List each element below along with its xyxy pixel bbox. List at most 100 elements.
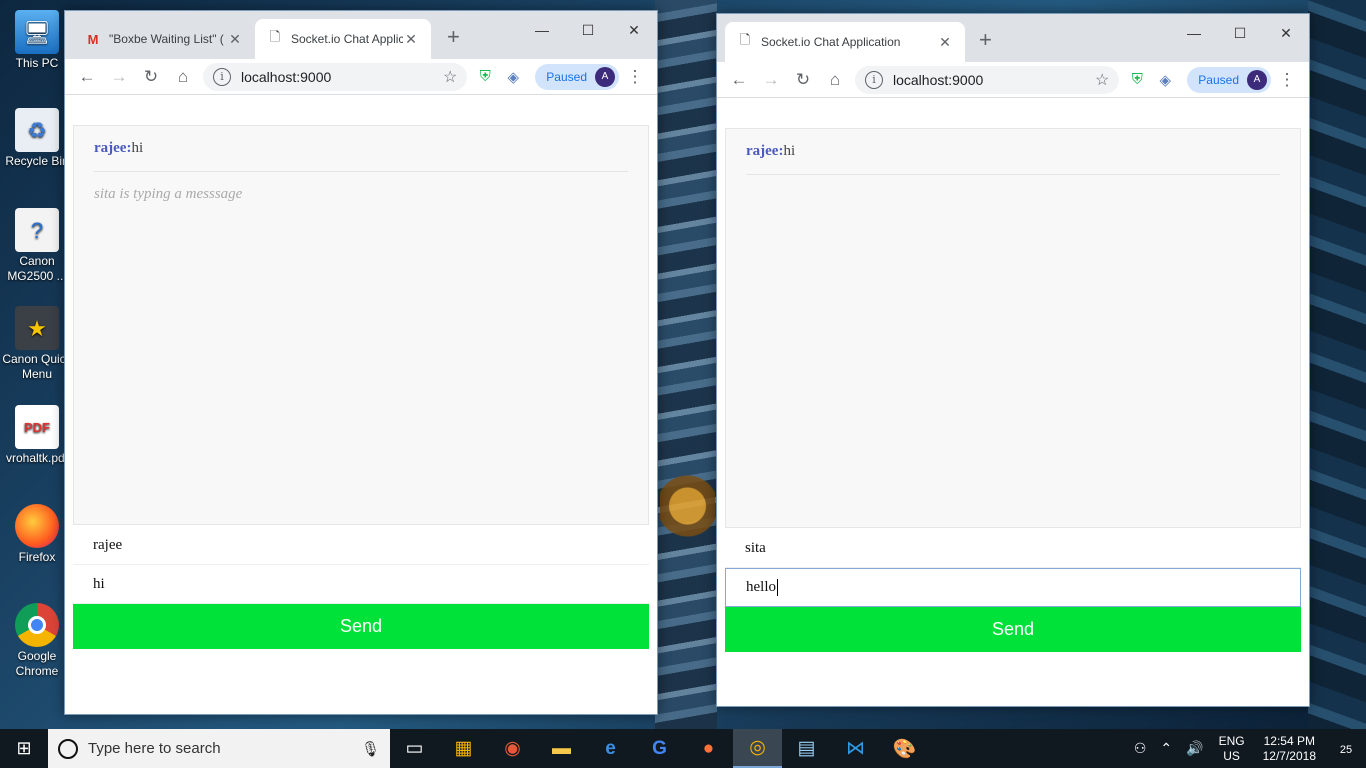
new-tab-button[interactable]: + xyxy=(447,26,460,48)
tab-socketio-chat[interactable]: 🗋 Socket.io Chat Applica ✕ xyxy=(255,19,431,59)
reload-icon[interactable]: ↻ xyxy=(135,63,167,91)
notepad-icon[interactable]: ▤ xyxy=(782,729,831,768)
back-icon[interactable]: ← xyxy=(71,63,103,91)
send-button[interactable]: Send xyxy=(725,607,1301,652)
paint-icon[interactable]: 🎨 xyxy=(880,729,929,768)
message-field[interactable]: hi xyxy=(73,565,649,604)
bookmark-star-icon[interactable]: ☆ xyxy=(443,67,457,87)
message-text: hi xyxy=(131,140,144,156)
cortana-icon xyxy=(58,738,78,759)
paused-label: Paused xyxy=(1198,72,1239,87)
minimize-icon[interactable]: — xyxy=(1171,18,1217,48)
desktop-icon-firefox[interactable]: Firefox xyxy=(0,504,74,565)
file-explorer-icon[interactable]: ▬ xyxy=(537,729,586,768)
desktop-icon-recycle-bin[interactable]: ♻ Recycle Bin xyxy=(0,108,74,169)
maximize-icon[interactable]: ☐ xyxy=(1217,18,1263,48)
computer-icon: 🖥 xyxy=(15,10,59,54)
username-field[interactable]: sita xyxy=(725,529,1301,568)
page-icon: 🗋 xyxy=(739,32,751,47)
message-value: hello xyxy=(746,579,776,595)
profile-paused-button[interactable]: Paused A xyxy=(1187,66,1271,93)
close-icon[interactable]: ✕ xyxy=(1263,18,1309,48)
shield-extension-icon[interactable]: ⛨ xyxy=(1123,71,1151,88)
tab-socketio-chat[interactable]: 🗋 Socket.io Chat Application ✕ xyxy=(725,22,965,62)
chrome-icon[interactable]: ◎ xyxy=(733,729,782,768)
volume-icon[interactable]: 🔊 xyxy=(1179,740,1210,757)
tab-boxbe-waiting-list[interactable]: M "Boxbe Waiting List" ( ✕ xyxy=(73,19,255,59)
printer-help-icon: ? xyxy=(15,208,59,252)
chrome-icon xyxy=(15,603,59,647)
desktop-icon-label: This PC xyxy=(15,56,59,70)
desktop-icon-pdf[interactable]: PDF vrohaltk.pdf xyxy=(0,405,74,466)
people-icon[interactable]: ⚇ xyxy=(1127,740,1154,757)
desktop-icon-chrome[interactable]: Google Chrome xyxy=(0,603,74,679)
chat-message: rajee:hi xyxy=(94,126,628,172)
back-icon[interactable]: ← xyxy=(723,66,755,94)
extension-icon[interactable]: ◈ xyxy=(1151,71,1179,89)
close-tab-icon[interactable]: ✕ xyxy=(227,31,243,48)
window-controls: — ☐ ✕ xyxy=(1171,18,1309,48)
menu-icon[interactable]: ⋮ xyxy=(619,63,651,91)
notification-count: 25 xyxy=(1339,743,1353,756)
firefox-icon[interactable]: ● xyxy=(684,729,733,768)
clock[interactable]: 12:54 PM 12/7/2018 xyxy=(1253,734,1326,764)
close-tab-icon[interactable]: ✕ xyxy=(403,31,419,48)
desktop-icon-canon-mg2500[interactable]: ? Canon MG2500 ... xyxy=(0,208,74,284)
reload-icon[interactable]: ↻ xyxy=(787,66,819,94)
new-tab-button[interactable]: + xyxy=(979,29,992,51)
profile-paused-button[interactable]: Paused A xyxy=(535,63,619,90)
maximize-icon[interactable]: ☐ xyxy=(565,15,611,45)
home-icon[interactable]: ⌂ xyxy=(167,63,199,91)
app-icon[interactable]: ◉ xyxy=(488,729,537,768)
search-placeholder: Type here to search xyxy=(88,740,221,757)
home-icon[interactable]: ⌂ xyxy=(819,66,851,94)
task-view-icon[interactable]: ▭ xyxy=(390,729,439,768)
close-tab-icon[interactable]: ✕ xyxy=(937,34,953,51)
left-browser-window[interactable]: M "Boxbe Waiting List" ( ✕ 🗋 Socket.io C… xyxy=(64,10,658,715)
message-field[interactable]: hello xyxy=(725,568,1301,607)
info-icon[interactable]: i xyxy=(213,67,231,86)
paused-label: Paused xyxy=(546,69,587,84)
message-text: hi xyxy=(783,143,796,159)
bookmark-star-icon[interactable]: ☆ xyxy=(1095,70,1109,90)
canon-quick-menu-icon: ★ xyxy=(15,306,59,350)
language-indicator[interactable]: ENG US xyxy=(1211,734,1253,764)
messages-panel: rajee:hi xyxy=(725,128,1301,528)
gmail-icon: M xyxy=(87,31,99,47)
desktop-icon-this-pc[interactable]: 🖥 This PC xyxy=(0,10,74,71)
vscode-icon[interactable]: ⋈ xyxy=(831,729,880,768)
chat-page: rajee:hi sita is typing a messsage rajee… xyxy=(65,95,657,714)
right-browser-window[interactable]: 🗋 Socket.io Chat Application ✕ + — ☐ ✕ ←… xyxy=(716,13,1310,707)
google-icon[interactable]: G xyxy=(635,729,684,768)
desktop-icon-label: vrohaltk.pdf xyxy=(5,451,69,465)
desktop-icon-label: Recycle Bin xyxy=(5,154,69,168)
desktop-icon-label: Canon MG2500 ... xyxy=(7,254,67,283)
action-center-icon[interactable]: 25 xyxy=(1326,740,1366,758)
tab-title: Socket.io Chat Applica xyxy=(291,32,403,46)
windows-start-icon[interactable]: ⊞ xyxy=(0,729,48,768)
send-button[interactable]: Send xyxy=(73,604,649,649)
address-bar[interactable]: i localhost:9000 ☆ xyxy=(855,65,1120,94)
edge-icon[interactable]: e xyxy=(586,729,635,768)
minimize-icon[interactable]: — xyxy=(519,15,565,45)
info-icon[interactable]: i xyxy=(865,70,883,89)
username-field[interactable]: rajee xyxy=(73,526,649,565)
window-controls: — ☐ ✕ xyxy=(519,15,657,45)
chevron-up-icon[interactable]: ⌃ xyxy=(1153,740,1179,757)
firefox-icon xyxy=(15,504,59,548)
close-icon[interactable]: ✕ xyxy=(611,15,657,45)
taskbar-search[interactable]: Type here to search 🎙 xyxy=(48,729,390,768)
store-icon[interactable]: ▦ xyxy=(439,729,488,768)
wallpaper-art xyxy=(655,0,717,730)
clock-date: 12/7/2018 xyxy=(1262,748,1316,763)
desktop-icon-canon-quick-menu[interactable]: ★ Canon Quick Menu xyxy=(0,306,74,382)
address-bar[interactable]: i localhost:9000 ☆ xyxy=(203,62,468,91)
shield-extension-icon[interactable]: ⛨ xyxy=(471,68,499,85)
microphone-icon[interactable]: 🎙 xyxy=(361,740,380,758)
forward-icon[interactable]: → xyxy=(103,63,135,91)
menu-icon[interactable]: ⋮ xyxy=(1271,66,1303,94)
extension-icon[interactable]: ◈ xyxy=(499,68,527,86)
forward-icon[interactable]: → xyxy=(755,66,787,94)
chat-page: rajee:hi sita hello Send xyxy=(717,98,1309,706)
desktop-icon-label: Canon Quick Menu xyxy=(2,352,72,381)
